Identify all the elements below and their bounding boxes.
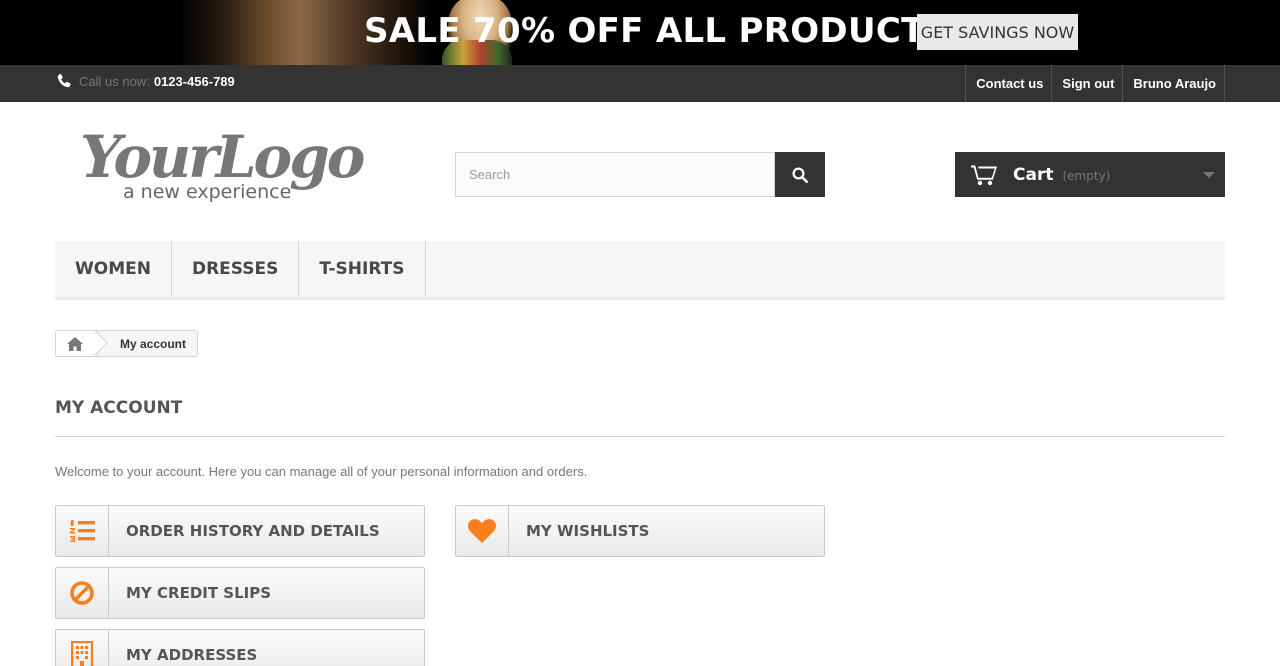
my-credit-slips-button[interactable]: MY CREDIT SLIPS xyxy=(55,567,425,619)
search-icon xyxy=(792,167,809,183)
search-form xyxy=(455,152,825,197)
ban-icon xyxy=(70,581,94,605)
breadcrumb-home[interactable] xyxy=(56,331,98,356)
promo-headline: SALE 70% OFF ALL PRODUCTS xyxy=(364,11,950,51)
breadcrumb: My account xyxy=(55,330,199,357)
user-account-link[interactable]: Bruno Araujo xyxy=(1122,65,1225,102)
page-title: MY ACCOUNT xyxy=(55,398,183,418)
cart-button[interactable]: Cart (empty) xyxy=(955,152,1225,197)
breadcrumb-current: My account xyxy=(120,336,187,351)
home-icon xyxy=(66,336,83,351)
heart-icon xyxy=(468,519,496,543)
phone-number: 0123-456-789 xyxy=(153,73,235,89)
my-wishlists-label: MY WISHLISTS xyxy=(526,522,650,540)
main-menu: WOMEN DRESSES T-SHIRTS xyxy=(55,241,1225,300)
order-history-label: ORDER HISTORY AND DETAILS xyxy=(126,522,380,540)
get-savings-button[interactable]: GET SAVINGS NOW xyxy=(917,14,1078,50)
welcome-text: Welcome to your account. Here you can ma… xyxy=(55,464,588,479)
logo-tagline: a new experience xyxy=(123,181,292,203)
top-nav-bar: Call us now: 0123-456-789 Contact us Sig… xyxy=(0,65,1280,102)
menu-item-women[interactable]: WOMEN xyxy=(55,241,172,297)
cart-status: (empty) xyxy=(1062,169,1111,183)
contact-us-link[interactable]: Contact us xyxy=(965,65,1051,102)
chevron-down-icon xyxy=(1203,172,1215,178)
phone-info: Call us now: 0123-456-789 xyxy=(55,72,235,90)
order-history-button[interactable]: ORDER HISTORY AND DETAILS xyxy=(55,505,425,557)
sign-out-link[interactable]: Sign out xyxy=(1051,65,1122,102)
phone-icon xyxy=(57,73,71,88)
my-addresses-button[interactable]: MY ADDRESSES xyxy=(55,629,425,666)
menu-item-t-shirts[interactable]: T-SHIRTS xyxy=(299,241,426,297)
menu-item-dresses[interactable]: DRESSES xyxy=(172,241,300,297)
search-input[interactable] xyxy=(455,152,775,197)
top-links: Contact us Sign out Bruno Araujo xyxy=(965,65,1225,102)
store-logo[interactable]: YourLogo a new experience xyxy=(80,124,365,209)
shopping-cart-icon xyxy=(971,165,997,185)
cart-label: Cart xyxy=(1013,164,1054,185)
building-icon xyxy=(71,641,93,666)
heading-divider xyxy=(55,436,1225,437)
promo-banner[interactable]: SALE 70% OFF ALL PRODUCTS GET SAVINGS NO… xyxy=(0,0,1280,65)
search-button[interactable] xyxy=(775,152,825,197)
my-addresses-label: MY ADDRESSES xyxy=(126,646,258,664)
my-wishlists-button[interactable]: MY WISHLISTS xyxy=(455,505,825,557)
list-ol-icon xyxy=(70,520,95,542)
my-credit-slips-label: MY CREDIT SLIPS xyxy=(126,584,272,602)
phone-prefix: Call us now: xyxy=(79,73,150,89)
